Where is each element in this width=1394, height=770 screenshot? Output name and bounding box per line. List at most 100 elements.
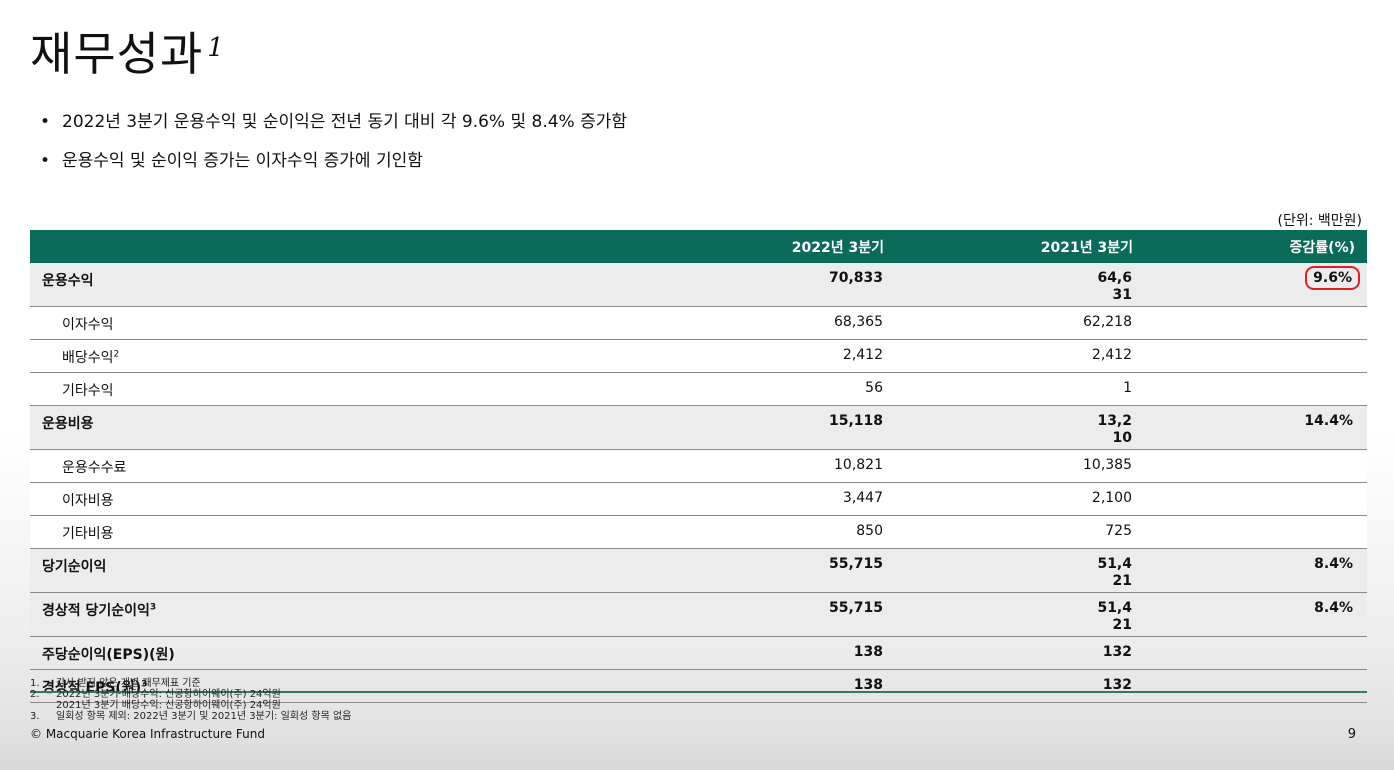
value-2021-text: 13,210 <box>1097 413 1132 446</box>
row-label: 운용수수료 <box>30 449 550 483</box>
footnote-text: 감사 받지 않은 개별 재무제표 기준 <box>56 678 201 689</box>
value-2022: 10,821 <box>550 449 884 483</box>
row-label-text: 이자비용 <box>62 493 114 509</box>
change-percent-text: 8.4% <box>1314 600 1353 616</box>
page-number: 9 <box>1347 727 1356 742</box>
row-footnote-marker: 3 <box>149 602 157 613</box>
row-label-text: 기타비용 <box>62 526 114 542</box>
unit-label: (단위: 백만원) <box>1277 213 1363 229</box>
value-2022: 138 <box>550 636 884 670</box>
table-row: 기타비용 850 725 <box>30 515 1367 549</box>
footnote-text: 2022년 3분기 배당수익: 신공항하이웨이(주) 24억원 <box>56 689 281 700</box>
header-2022: 2022년 3분기 <box>550 230 884 263</box>
row-label: 당기순이익 <box>30 548 550 593</box>
value-2021-text: 725 <box>1105 523 1132 539</box>
footnote-line: 2021년 3분기 배당수익: 신공항하이웨이(주) 24억원 <box>30 700 351 711</box>
row-label: 기타비용 <box>30 515 550 549</box>
row-label-text: 운용비용 <box>42 416 94 432</box>
row-label: 운용수익 <box>30 263 550 307</box>
row-footnote-marker: 2 <box>113 349 120 360</box>
footnotes: 1. 감사 받지 않은 개별 재무제표 기준 2. 2022년 3분기 배당수익: 신… <box>30 678 351 722</box>
value-2021: 13,210 <box>884 405 1133 450</box>
value-2022: 70,833 <box>550 263 884 307</box>
table-row: 운용수수료 10,821 10,385 <box>30 449 1367 483</box>
value-2021-text: 62,218 <box>1083 314 1132 330</box>
header-label <box>30 230 550 263</box>
value-2022: 55,715 <box>550 592 884 637</box>
table-header-row: 2022년 3분기 2021년 3분기 증감률(%) <box>30 230 1367 263</box>
value-2021: 2,100 <box>884 482 1133 516</box>
value-2021: 1 <box>884 372 1133 406</box>
title-text: 재무성과 <box>30 27 204 81</box>
highlighted-change-percent: 9.6% <box>1305 266 1360 290</box>
table-row: 주당순이익(EPS)(원) 138 132 <box>30 636 1367 670</box>
value-2021: 10,385 <box>884 449 1133 483</box>
value-2021-text: 64,631 <box>1097 270 1132 303</box>
change-percent <box>1133 449 1367 483</box>
change-percent <box>1133 339 1367 373</box>
bullet-item: 2022년 3분기 운용수익 및 순이익은 전년 동기 대비 각 9.6% 및 … <box>40 110 627 149</box>
row-label-text: 당기순이익 <box>42 559 107 575</box>
summary-bullets: 2022년 3분기 운용수익 및 순이익은 전년 동기 대비 각 9.6% 및 … <box>40 110 627 188</box>
table-row: 운용수익 70,833 64,631 9.6% <box>30 263 1367 307</box>
table-body: 운용수익 70,833 64,631 9.6% 이자수익 68,365 62,218 배당수익… <box>30 263 1367 703</box>
value-2021-text: 51,421 <box>1097 600 1132 633</box>
row-label-text: 기타수익 <box>62 383 114 399</box>
footnote-line: 1. 감사 받지 않은 개별 재무제표 기준 <box>30 678 351 689</box>
value-2022: 55,715 <box>550 548 884 593</box>
table-row: 이자수익 68,365 62,218 <box>30 306 1367 340</box>
financial-table: 2022년 3분기 2021년 3분기 증감률(%) 운용수익 70,833 64,… <box>30 230 1367 703</box>
change-percent <box>1133 482 1367 516</box>
row-label-text: 주당순이익(EPS)(원) <box>42 647 175 663</box>
change-percent <box>1133 669 1367 703</box>
bullet-item: 운용수익 및 순이익 증가는 이자수익 증가에 기인함 <box>40 149 627 188</box>
value-2021-text: 2,412 <box>1091 347 1132 363</box>
footnote-number: 3. <box>30 711 40 722</box>
title-footnote-marker: 1 <box>207 33 225 63</box>
value-2021: 62,218 <box>884 306 1133 340</box>
row-label: 기타수익 <box>30 372 550 406</box>
change-percent <box>1133 306 1367 340</box>
copyright: © Macquarie Korea Infrastructure Fund <box>30 727 265 741</box>
header-2021: 2021년 3분기 <box>884 230 1133 263</box>
footnote-line: 3. 일회성 항목 제외: 2022년 3분기 및 2021년 3분기: 일회성 … <box>30 711 351 722</box>
value-2022: 56 <box>550 372 884 406</box>
value-2022: 68,365 <box>550 306 884 340</box>
change-percent <box>1133 515 1367 549</box>
change-percent: 8.4% <box>1133 592 1367 637</box>
row-label: 배당수익2 <box>30 339 550 373</box>
table-row: 운용비용 15,118 13,210 14.4% <box>30 405 1367 450</box>
footnote-number: 1. <box>30 678 40 689</box>
row-label-text: 운용수익 <box>42 273 94 289</box>
change-percent: 8.4% <box>1133 548 1367 593</box>
table-row: 기타수익 56 1 <box>30 372 1367 406</box>
footnote-line: 2. 2022년 3분기 배당수익: 신공항하이웨이(주) 24억원 <box>30 689 351 700</box>
change-percent <box>1133 372 1367 406</box>
table-row: 이자비용 3,447 2,100 <box>30 482 1367 516</box>
row-label: 주당순이익(EPS)(원) <box>30 636 550 670</box>
value-2021-text: 132 <box>1102 644 1132 660</box>
value-2021: 132 <box>884 669 1133 703</box>
row-label-text: 이자수익 <box>62 317 114 333</box>
row-label-text: 배당수익 <box>62 350 114 366</box>
change-percent: 14.4% <box>1133 405 1367 450</box>
value-2022: 138 <box>550 669 884 703</box>
row-label: 이자수익 <box>30 306 550 340</box>
row-label-text: 경상적 당기순이익 <box>42 603 150 619</box>
change-percent-text: 14.4% <box>1304 413 1353 429</box>
value-2021: 2,412 <box>884 339 1133 373</box>
value-2022: 3,447 <box>550 482 884 516</box>
value-2022: 850 <box>550 515 884 549</box>
value-2021: 132 <box>884 636 1133 670</box>
value-2021: 51,421 <box>884 548 1133 593</box>
table-row: 배당수익2 2,412 2,412 <box>30 339 1367 373</box>
header-change: 증감률(%) <box>1133 230 1367 263</box>
value-2021: 725 <box>884 515 1133 549</box>
footnote-number: 2. <box>30 689 40 700</box>
change-percent: 9.6% <box>1133 263 1367 307</box>
footnote-text: 일회성 항목 제외: 2022년 3분기 및 2021년 3분기: 일회성 항목… <box>56 711 352 722</box>
value-2022: 2,412 <box>550 339 884 373</box>
value-2021-text: 51,421 <box>1097 556 1132 589</box>
value-2021-text: 2,100 <box>1091 490 1132 506</box>
row-label: 경상적 당기순이익3 <box>30 592 550 637</box>
